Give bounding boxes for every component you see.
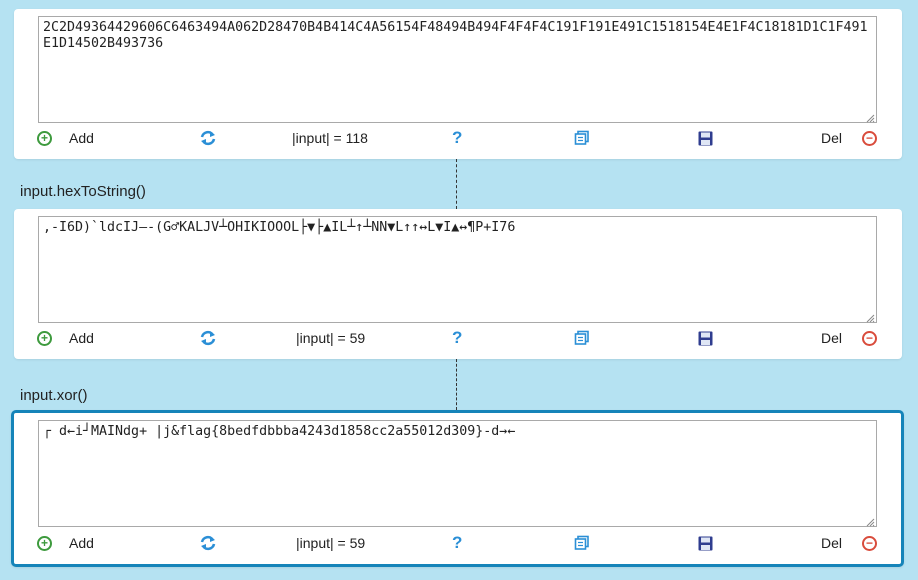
save-button[interactable] (698, 531, 713, 555)
transform-panel-3: ┌ d←i┘MAINdg+ |j&flag{8bedfdbbba4243d185… (11, 410, 904, 567)
add-label: Add (69, 130, 94, 146)
operation-label-2: input.xor() (20, 387, 88, 404)
save-button[interactable] (698, 326, 713, 350)
plus-circle-icon: + (37, 330, 52, 346)
minus-circle-icon: − (862, 130, 877, 146)
refresh-arrows-icon (200, 330, 216, 346)
floppy-disk-icon (698, 536, 713, 550)
plus-circle-icon: + (37, 535, 52, 551)
panel-toolbar: + Add |input| = 59 ? Del − (14, 326, 902, 350)
copy-icon (574, 535, 589, 550)
input-length: |input| = 59 (296, 330, 366, 346)
input-textarea[interactable]: ┌ d←i┘MAINdg+ |j&flag{8bedfdbbba4243d185… (38, 420, 877, 527)
add-button[interactable]: + Add (37, 326, 94, 350)
connector-line (456, 359, 457, 410)
delete-button[interactable]: − (862, 126, 877, 150)
copy-icon (574, 130, 589, 145)
copy-button[interactable] (574, 326, 590, 350)
swap-button[interactable] (199, 326, 217, 350)
add-label: Add (69, 535, 94, 551)
swap-button[interactable] (199, 126, 217, 150)
copy-icon (574, 330, 589, 345)
transform-panel-2: ,-I6D)`ldcIJ–-(G♂KALJV┴OHIKIOOOL├▼├▲IL┴↑… (14, 209, 902, 359)
copy-button[interactable] (574, 126, 590, 150)
delete-label[interactable]: Del (821, 326, 842, 350)
add-label: Add (69, 330, 94, 346)
minus-circle-icon: − (862, 330, 877, 346)
operation-label-1: input.hexToString() (20, 183, 146, 200)
swap-button[interactable] (199, 531, 217, 555)
panel-toolbar: + Add |input| = 118 ? Del − (14, 126, 902, 150)
connector-line (456, 159, 457, 209)
add-button[interactable]: + Add (37, 531, 94, 555)
transform-panel-1: 2C2D49364429606C6463494A062D28470B4B414C… (14, 9, 902, 159)
copy-button[interactable] (574, 531, 590, 555)
help-button[interactable]: ? (452, 531, 462, 555)
help-button[interactable]: ? (452, 126, 462, 150)
resize-handle-icon[interactable] (865, 517, 875, 527)
input-textarea[interactable]: ,-I6D)`ldcIJ–-(G♂KALJV┴OHIKIOOOL├▼├▲IL┴↑… (38, 216, 877, 323)
refresh-arrows-icon (200, 130, 216, 146)
floppy-disk-icon (698, 131, 713, 145)
delete-label[interactable]: Del (821, 531, 842, 555)
save-button[interactable] (698, 126, 713, 150)
plus-circle-icon: + (37, 130, 52, 146)
input-textarea[interactable]: 2C2D49364429606C6463494A062D28470B4B414C… (38, 16, 877, 123)
floppy-disk-icon (698, 331, 713, 345)
delete-button[interactable]: − (862, 326, 877, 350)
input-length: |input| = 118 (292, 130, 368, 146)
panel-toolbar: + Add |input| = 59 ? Del − (14, 531, 901, 555)
refresh-arrows-icon (200, 535, 216, 551)
help-button[interactable]: ? (452, 326, 462, 350)
input-length: |input| = 59 (296, 535, 366, 551)
add-button[interactable]: + Add (37, 126, 94, 150)
delete-button[interactable]: − (862, 531, 877, 555)
resize-handle-icon[interactable] (865, 313, 875, 323)
resize-handle-icon[interactable] (865, 113, 875, 123)
minus-circle-icon: − (862, 535, 877, 551)
delete-label[interactable]: Del (821, 126, 842, 150)
